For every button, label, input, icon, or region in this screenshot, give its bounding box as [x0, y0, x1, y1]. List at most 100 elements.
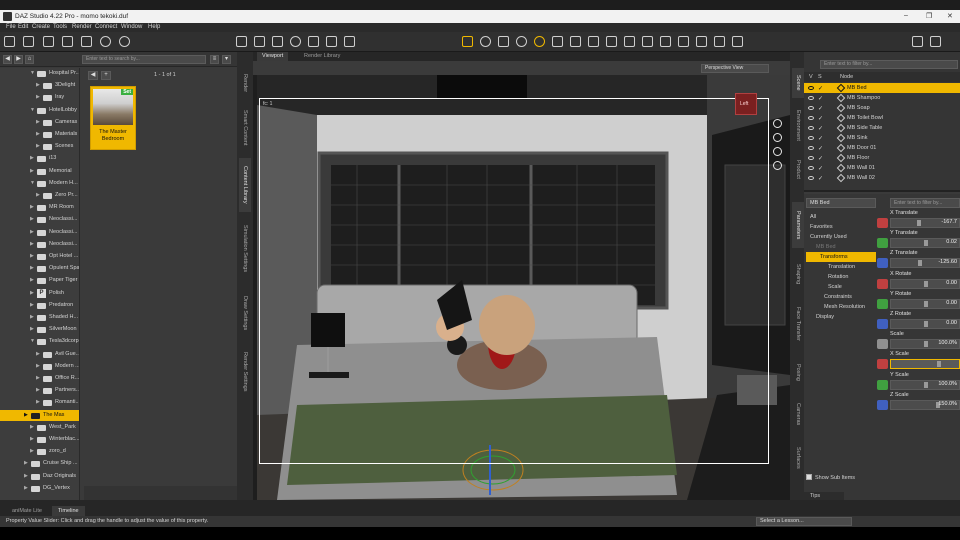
- shaping-icon[interactable]: [606, 36, 617, 47]
- primitive-icon[interactable]: [678, 36, 689, 47]
- tree-item[interactable]: ▶ Office R...: [0, 373, 79, 384]
- home-button[interactable]: ⌂: [25, 55, 34, 64]
- tree-item[interactable]: ▶ Cameras: [0, 117, 79, 128]
- parameter-filter-item[interactable]: Constraints: [806, 292, 876, 302]
- menu-edit[interactable]: Edit: [18, 24, 28, 30]
- camera-icon[interactable]: [642, 36, 653, 47]
- slider-value[interactable]: 100.0%: [938, 340, 957, 346]
- tree-item[interactable]: ▶ Avil Gue...: [0, 349, 79, 360]
- forward-button[interactable]: ▶: [14, 55, 23, 64]
- tree-item[interactable]: ▶ Partners...: [0, 385, 79, 396]
- maximize-button[interactable]: ❐: [926, 12, 932, 20]
- surface-selection-icon[interactable]: [588, 36, 599, 47]
- expand-right-icon[interactable]: ▶: [24, 471, 28, 482]
- move-icon[interactable]: [462, 36, 473, 47]
- figure-setup-icon[interactable]: [696, 36, 707, 47]
- home-icon[interactable]: [912, 36, 923, 47]
- tree-item[interactable]: ▶ Modern ...: [0, 361, 79, 372]
- tab-shaping[interactable]: Shaping: [792, 256, 804, 292]
- expand-right-icon[interactable]: ▶: [30, 166, 34, 177]
- slider-value[interactable]: -125.60: [938, 259, 957, 265]
- save-as-icon[interactable]: [81, 36, 92, 47]
- save-icon[interactable]: [62, 36, 73, 47]
- column-selectable[interactable]: S: [818, 72, 822, 82]
- node-select-icon[interactable]: [236, 36, 247, 47]
- expand-right-icon[interactable]: ▶: [30, 288, 34, 299]
- column-visible[interactable]: V: [809, 72, 813, 82]
- slider-handle[interactable]: [916, 220, 921, 226]
- property-slider[interactable]: Z Translate -125.60: [876, 250, 960, 270]
- eye-icon[interactable]: [808, 116, 814, 120]
- property-slider[interactable]: Y Rotate 0.00: [876, 291, 960, 311]
- minimize-button[interactable]: –: [904, 12, 908, 19]
- menu-window[interactable]: Window: [121, 24, 142, 30]
- property-slider[interactable]: X Rotate 0.00: [876, 271, 960, 291]
- parameter-filter-item[interactable]: Currently Used: [806, 232, 876, 242]
- tab-timeline[interactable]: Timeline: [52, 506, 85, 516]
- tree-item[interactable]: ▶ SilverMoon: [0, 324, 79, 335]
- property-slider[interactable]: Z Scale 150.0%: [876, 392, 960, 412]
- merge-icon[interactable]: [43, 36, 54, 47]
- slider-value[interactable]: 100.0%: [938, 381, 957, 387]
- property-slider[interactable]: Y Translate 0.02: [876, 230, 960, 250]
- universal-icon[interactable]: [480, 36, 491, 47]
- tree-item[interactable]: ▶ Daz Originals: [0, 471, 79, 482]
- show-sub-items-checkbox[interactable]: [806, 474, 812, 480]
- tree-item[interactable]: ▶ i13: [0, 153, 79, 164]
- folder-tree[interactable]: ▼ Hospital Pr... ▶ 3Delight ▶ Iray ▼ HotelLobby…: [0, 68, 80, 500]
- parameter-filter-item[interactable]: Favorites: [806, 222, 876, 232]
- expand-right-icon[interactable]: ▶: [36, 385, 40, 396]
- expand-right-icon[interactable]: ▶: [36, 397, 40, 408]
- slider-handle[interactable]: [918, 260, 922, 267]
- expand-right-icon[interactable]: ▶: [30, 239, 34, 250]
- property-slider[interactable]: Scale 100.0%: [876, 331, 960, 351]
- redo-icon[interactable]: [119, 36, 130, 47]
- new-file-icon[interactable]: [4, 36, 15, 47]
- tab-animate-lite[interactable]: aniMate Lite: [6, 506, 48, 516]
- expand-right-icon[interactable]: ▶: [36, 129, 40, 140]
- view-mode-button[interactable]: ≡: [210, 55, 219, 64]
- slider-handle[interactable]: [924, 280, 928, 287]
- menu-tools[interactable]: Tools: [53, 24, 67, 30]
- property-slider[interactable]: X Translate -167.7: [876, 210, 960, 230]
- expand-right-icon[interactable]: ▶: [36, 92, 40, 103]
- scene-node-row[interactable]: ✓ MB Toilet Bowl: [804, 113, 960, 123]
- frame-icon[interactable]: [773, 161, 782, 170]
- zoom-icon[interactable]: [773, 147, 782, 156]
- expand-right-icon[interactable]: ▶: [30, 214, 34, 225]
- tree-item[interactable]: ▶ Zero Pr...: [0, 190, 79, 201]
- expand-down-icon[interactable]: ▼: [30, 68, 35, 79]
- transform-icon[interactable]: [552, 36, 563, 47]
- expand-right-icon[interactable]: ▶: [30, 300, 34, 311]
- tree-item[interactable]: ▶ Opt Hotel ...: [0, 251, 79, 262]
- pan-icon[interactable]: [773, 133, 782, 142]
- slider-handle[interactable]: [937, 361, 942, 368]
- tab-simulation-settings[interactable]: Simulation Settings: [239, 216, 251, 282]
- tips-tab[interactable]: Tips: [804, 492, 844, 500]
- eye-icon[interactable]: [808, 106, 814, 110]
- tree-item[interactable]: ▶ Cruise Ship ...: [0, 458, 79, 469]
- expand-right-icon[interactable]: ▶: [36, 141, 40, 152]
- scene-node-row[interactable]: ✓ MB Sink: [804, 133, 960, 143]
- parameter-filter-item[interactable]: Mesh Resolution: [806, 302, 876, 312]
- slider-handle[interactable]: [924, 300, 928, 307]
- parameter-filter-item[interactable]: Display: [806, 312, 876, 322]
- slider-handle[interactable]: [924, 341, 928, 348]
- eye-icon[interactable]: [808, 166, 814, 170]
- node-weight-icon[interactable]: [326, 36, 337, 47]
- parameter-filter-item[interactable]: Transforms: [806, 252, 876, 262]
- tree-item[interactable]: ▶ zoro_d: [0, 446, 79, 457]
- iray-icon[interactable]: [714, 36, 725, 47]
- eye-icon[interactable]: [808, 156, 814, 160]
- expand-right-icon[interactable]: ▶: [30, 312, 34, 323]
- tab-face-transfer[interactable]: Face Transfer: [792, 300, 804, 348]
- region-nav-icon[interactable]: [290, 36, 301, 47]
- tab-product[interactable]: Product: [792, 152, 804, 186]
- slider-handle[interactable]: [924, 321, 928, 327]
- tree-item[interactable]: ▶ DG_Vertex: [0, 483, 79, 494]
- tree-item[interactable]: ▶ P Polish: [0, 288, 79, 299]
- scene-node-row[interactable]: ✓ MB Wall 01: [804, 163, 960, 173]
- tree-item[interactable]: ▶ The Mas: [0, 409, 79, 421]
- slider-value[interactable]: 0.00: [946, 280, 957, 286]
- tree-item[interactable]: ▼ HotelLobby: [0, 105, 79, 116]
